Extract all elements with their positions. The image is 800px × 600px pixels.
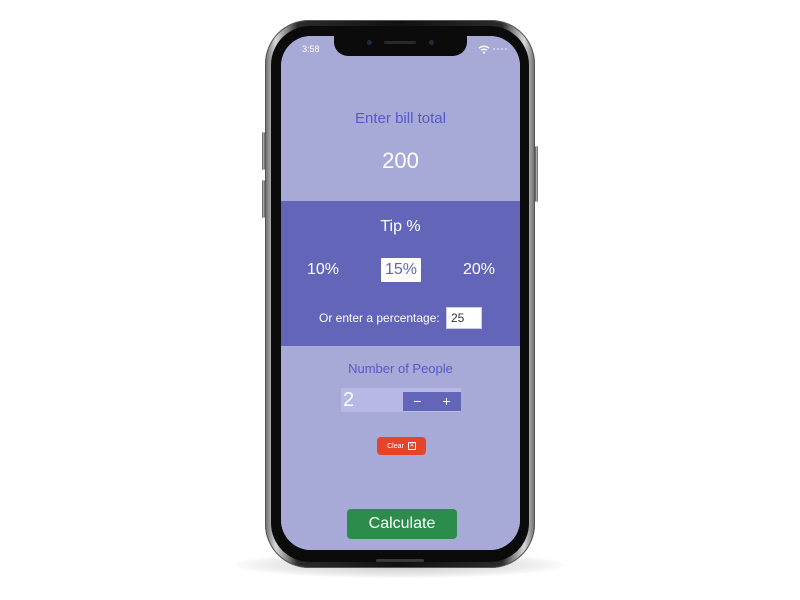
volume-down-button: [262, 180, 265, 218]
people-label: Number of People: [348, 361, 453, 376]
signal-dots-icon: [493, 48, 507, 50]
volume-up-button: [262, 132, 265, 170]
front-camera: [429, 40, 434, 45]
people-stepper: − +: [341, 388, 461, 412]
close-box-icon: ✕: [407, 442, 416, 450]
decrement-button[interactable]: −: [403, 392, 432, 411]
clear-button[interactable]: Clear ✕: [377, 437, 426, 455]
notch: [334, 36, 467, 56]
speaker-grille: [384, 41, 416, 44]
bill-section: Enter bill total: [281, 36, 520, 201]
tip-option-15[interactable]: 15%: [381, 258, 421, 282]
app-screen: 3:58 Enter bill total Tip % 10% 15% 20% …: [281, 36, 520, 550]
tip-title: Tip %: [380, 218, 421, 235]
power-button: [535, 146, 538, 202]
custom-tip-input[interactable]: [446, 307, 482, 329]
clear-label: Clear: [387, 442, 404, 450]
sensor-dot: [367, 40, 372, 45]
bill-total-input[interactable]: [325, 146, 476, 176]
tip-option-20[interactable]: 20%: [459, 258, 499, 282]
stage: 3:58 Enter bill total Tip % 10% 15% 20% …: [0, 0, 800, 600]
custom-tip-label: Or enter a percentage:: [319, 311, 440, 325]
tip-option-10[interactable]: 10%: [305, 258, 341, 282]
status-icons: [478, 44, 507, 54]
home-indicator: [376, 559, 424, 562]
status-time: 3:58: [302, 44, 320, 54]
tip-section: Tip % 10% 15% 20% Or enter a percentage:: [281, 201, 520, 346]
increment-button[interactable]: +: [432, 392, 461, 411]
custom-tip-row: Or enter a percentage:: [281, 306, 520, 330]
people-count-input[interactable]: [341, 388, 401, 412]
wifi-icon: [478, 45, 490, 54]
calculate-button[interactable]: Calculate: [347, 509, 457, 539]
people-section: Number of People − + Clear ✕ Calculate: [281, 346, 520, 550]
stepper-buttons: − +: [403, 392, 461, 411]
bill-label: Enter bill total: [355, 110, 446, 127]
